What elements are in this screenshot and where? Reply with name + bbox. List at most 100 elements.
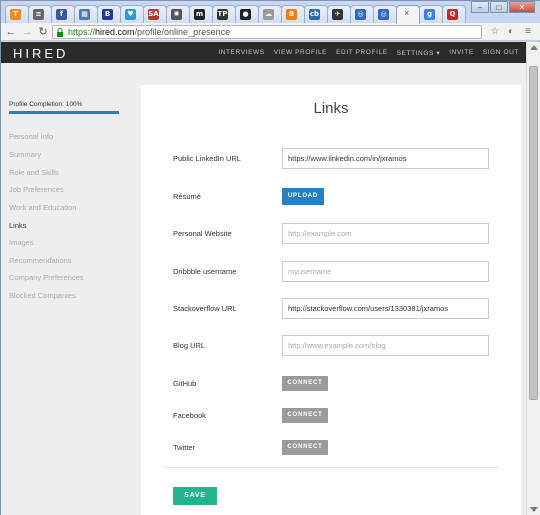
back-arrow-icon[interactable]: ← [4,25,18,39]
sidebar-item-summary[interactable]: Summary [9,150,41,159]
url-text: https://hired.com/profile/online_presenc… [68,27,231,37]
personal-website-input[interactable]: http://example.com [282,223,489,244]
top-nav: INTERVIEWS VIEW PROFILE EDIT PROFILE SET… [218,49,519,57]
tab-favicon-b-icon: B [102,9,113,20]
tab[interactable]: m [189,5,213,23]
browser-window: – □ ✕ T ≡ f ▦ B ♥ SA ✺ m TP ● ☁ Bcb ✈ ◎ ◎ × g Q ← → ↻ http… [0,0,540,515]
tab-favicon-github-icon: ● [240,9,251,20]
tab[interactable]: ● [235,5,259,23]
twitter-connect-button[interactable]: CONNECT [282,440,328,455]
tab-favicon-tp-icon: TP [217,9,228,20]
tab-favicon-heart-icon: ♥ [125,9,136,20]
facebook-connect-button[interactable]: CONNECT [282,408,328,423]
profile-completion-bar [9,111,119,114]
close-window-button[interactable]: ✕ [509,1,535,13]
form-divider [163,467,499,468]
tab-favicon-q-icon: Q [447,9,458,20]
sidebar-item-blocked-companies[interactable]: Blocked Companies [9,291,76,300]
nav-invite[interactable]: INVITE [449,49,474,57]
scroll-down-arrow-icon[interactable] [530,507,538,512]
nav-view-profile[interactable]: VIEW PROFILE [274,49,327,57]
stackoverflow-label: Stackoverflow URL [173,304,237,313]
github-connect-button[interactable]: CONNECT [282,376,328,391]
nav-interviews[interactable]: INTERVIEWS [218,49,264,57]
tab-favicon-orange-t-icon: T [10,9,21,20]
scroll-up-arrow-icon[interactable] [530,45,538,50]
facebook-label: Facebook [173,411,206,420]
tab[interactable]: ✺ [166,5,190,23]
tab[interactable]: ✈ [327,5,351,23]
hired-logo[interactable]: HIRED [13,46,68,61]
page-viewport: HIRED INTERVIEWS VIEW PROFILE EDIT PROFI… [1,42,526,515]
github-label: GitHub [173,379,197,388]
tab-favicon-coffee-icon: ≡ [33,9,44,20]
linkedin-url-input[interactable]: https://www.linkedin.com/in/jxramos [282,148,489,169]
links-card: Links Public LinkedIn URL https://www.li… [141,85,521,515]
sidebar-item-company-preferences[interactable]: Company Preferences [9,273,84,282]
personal-website-label: Personal Website [173,229,232,238]
sidebar-item-role-and-skills[interactable]: Role and Skills [9,168,59,177]
twitter-label: Twitter [173,443,196,452]
tab-favicon-sa-icon: SA [148,9,159,20]
nav-edit-profile[interactable]: EDIT PROFILE [336,49,388,57]
sidebar-item-job-preferences[interactable]: Job Preferences [9,185,64,194]
tab-active[interactable]: × [396,5,420,24]
star-icon[interactable]: ☆ [488,25,502,39]
save-button[interactable]: SAVE [173,487,217,505]
profile-completion-fill [9,111,119,114]
sidebar-item-links[interactable]: Links [9,221,27,230]
tab-favicon-blogger-icon: B [286,9,297,20]
lock-icon [57,28,63,37]
extension-icon[interactable]: ◐ [504,25,518,39]
sidebar-item-recommendations[interactable]: Recommendations [9,256,72,265]
tab-favicon-grid-icon: ▦ [79,9,90,20]
page-scrollbar[interactable] [526,42,540,515]
nav-settings[interactable]: SETTINGS ▾ [397,49,441,57]
tab[interactable]: ◎ [350,5,374,23]
tab[interactable]: ▦ [74,5,98,23]
upload-resume-button[interactable]: UPLOAD [282,188,324,205]
tab-strip: – □ ✕ T ≡ f ▦ B ♥ SA ✺ m TP ● ☁ Bcb ✈ ◎ ◎ × g Q [1,1,540,24]
maximize-button[interactable]: □ [490,1,508,13]
tab[interactable]: B [97,5,121,23]
tab[interactable]: ◎ [373,5,397,23]
tab-favicon-cloud-icon: ☁ [263,9,274,20]
tab-favicon-f-icon: f [56,9,67,20]
sidebar-item-images[interactable]: Images [9,238,34,247]
tab-favicon-g-icon: g [424,9,435,20]
tab[interactable]: TP [212,5,236,23]
tab[interactable]: B [281,5,305,23]
minimize-button[interactable]: – [471,1,489,13]
browser-toolbar: ← → ↻ https://hired.com/profile/online_p… [1,23,540,41]
close-tab-icon[interactable]: × [404,8,409,18]
tab[interactable]: SA [143,5,167,23]
stackoverflow-url-input[interactable]: http://stackoverflow.com/users/1330381/j… [282,298,489,319]
profile-sidebar: Profile Completion: 100% Personal Info S… [1,63,141,515]
tab[interactable]: ☁ [258,5,282,23]
site-header: HIRED INTERVIEWS VIEW PROFILE EDIT PROFI… [1,42,526,63]
dribbble-username-input[interactable]: myusername [282,261,489,282]
scroll-thumb[interactable] [529,66,538,400]
linkedin-label: Public LinkedIn URL [173,154,241,163]
tab[interactable]: g [419,5,443,23]
dribbble-label: Dribbble username [173,267,237,276]
tab[interactable]: T [5,5,29,23]
nav-sign-out[interactable]: SIGN OUT [483,49,519,57]
reload-icon[interactable]: ↻ [36,25,50,39]
blog-url-label: Blog URL [173,341,206,350]
page-title: Links [313,100,349,117]
blog-url-input[interactable]: http://www.example.com/blog [282,335,489,356]
forward-arrow-icon[interactable]: → [20,25,34,39]
tab[interactable]: f [51,5,75,23]
address-bar[interactable]: https://hired.com/profile/online_presenc… [52,25,482,39]
tab[interactable]: ≡ [28,5,52,23]
sidebar-item-work-and-education[interactable]: Work and Education [9,203,76,212]
menu-icon[interactable]: ≡ [521,25,535,39]
tab-favicon-m-icon: m [194,9,205,20]
tab-favicon-bird-icon: ✈ [332,9,343,20]
sidebar-item-personal-info[interactable]: Personal Info [9,132,53,141]
tab[interactable]: Q [442,5,466,23]
tab[interactable]: ♥ [120,5,144,23]
tab[interactable]: cb [304,5,328,23]
tab-favicon-ring-icon: ◎ [355,9,366,20]
